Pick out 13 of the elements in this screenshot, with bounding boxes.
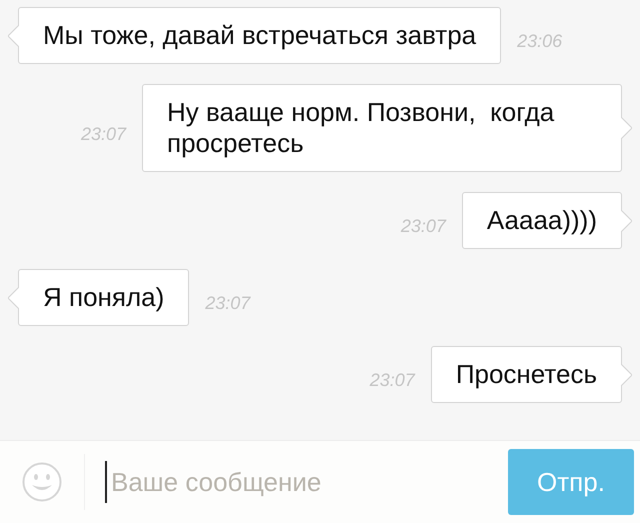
send-button[interactable]: Отпр. [508, 449, 634, 515]
bubble-tail [8, 24, 19, 46]
message-bubble: Проснетесь [430, 346, 622, 403]
bubble-tail [8, 286, 19, 308]
bubble-tail [621, 364, 632, 386]
message-bubble: Я поняла) [18, 269, 190, 326]
smiley-icon[interactable] [22, 462, 62, 502]
message-bubble: Ну вааще норм. Позвони, когда просретесь [142, 84, 622, 172]
bubble-tail [621, 117, 632, 139]
bubble-tail [621, 210, 632, 232]
message-bubble: Ааааа)))) [462, 192, 622, 249]
message-field[interactable]: Ваше сообщение [105, 461, 496, 503]
message-bubble: Мы тоже, давай встречаться завтра [18, 7, 502, 64]
